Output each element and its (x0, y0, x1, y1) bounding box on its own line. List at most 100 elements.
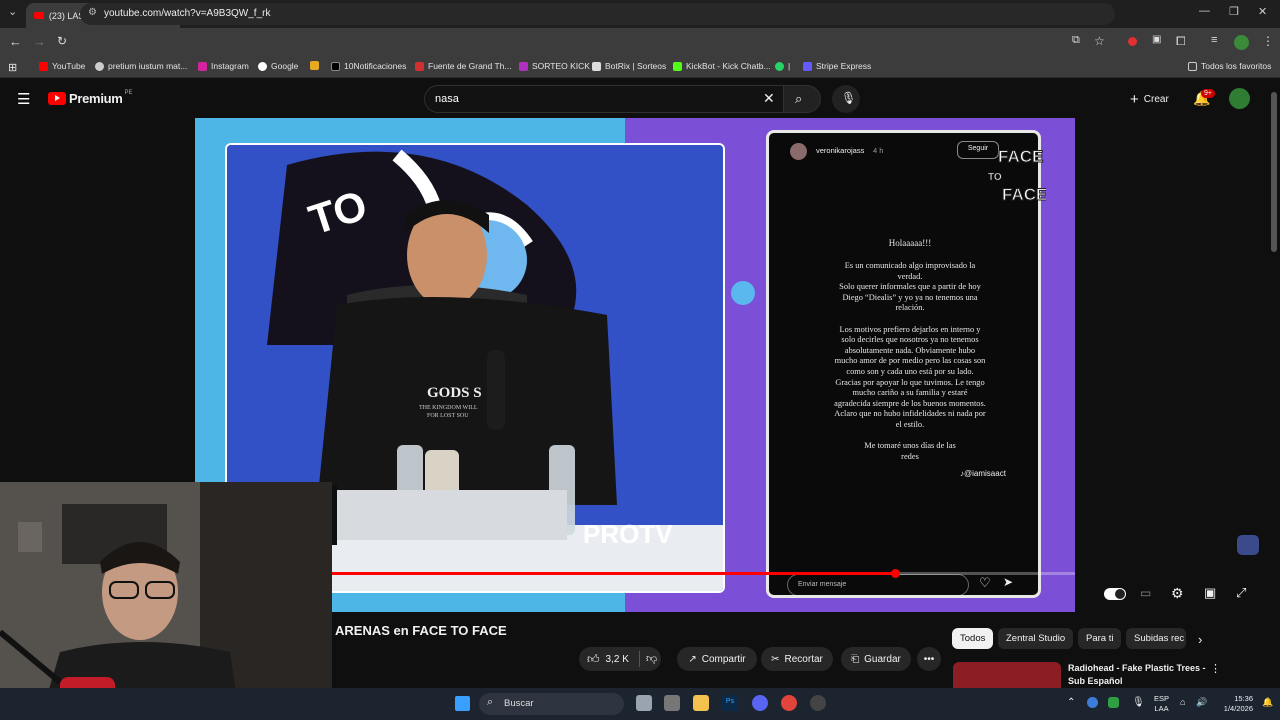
volume-icon[interactable]: 🔊 (1196, 697, 1207, 708)
search-input[interactable]: nasa (424, 85, 788, 113)
profile-avatar[interactable] (1234, 35, 1249, 50)
like-button[interactable]: 👍︎ 3,2 K 👎︎ (579, 647, 661, 671)
bookmark-icon: ⎗ (851, 653, 860, 665)
chips-next-icon[interactable]: › (1198, 632, 1202, 647)
voice-search-button[interactable]: 🎙 (832, 85, 860, 113)
theater-mode-icon[interactable]: ▣ (1204, 585, 1216, 601)
webcam-overlay (0, 482, 332, 720)
reading-list-icon[interactable]: ≡ (1211, 34, 1217, 46)
chrome-menu-icon[interactable]: ⋮ (1262, 34, 1274, 48)
recommended-menu-icon[interactable]: ⋮ (1210, 662, 1221, 675)
fullscreen-icon[interactable]: ⤢ (1236, 585, 1246, 601)
youtube-play-icon (48, 92, 66, 105)
face-to-face-logo: FACE TO FACE (988, 142, 1048, 206)
story-message: Es un comunicado algo improvisado la ver… (834, 261, 986, 461)
extension-icon[interactable]: ▣ (1152, 34, 1161, 45)
progress-scrubber[interactable] (890, 569, 900, 578)
taskbar-app2-icon[interactable] (810, 695, 826, 711)
bookmark-x-notifications[interactable]: 10Notificaciones (331, 61, 406, 71)
tray-app-icon[interactable] (1087, 697, 1098, 708)
taskbar-app-icon[interactable] (664, 695, 680, 711)
recommended-thumbnail[interactable] (953, 662, 1061, 688)
photoshop-icon[interactable]: Ps (722, 695, 738, 711)
bookmark-fuente[interactable]: Fuente de Grand Th... (415, 61, 511, 71)
bookmark-stripe[interactable]: Stripe Express (803, 61, 871, 71)
windows-start-icon[interactable] (455, 696, 470, 711)
save-button[interactable]: ⎗ Guardar (841, 647, 911, 671)
file-explorer-icon[interactable] (693, 695, 709, 711)
tab-list-icon[interactable]: ⌄ (8, 5, 17, 18)
story-time: 4 h (873, 146, 884, 155)
chrome-icon[interactable] (781, 695, 797, 711)
bookmark-star-icon[interactable]: ☆ (1094, 34, 1105, 48)
chip-all[interactable]: Todos (952, 628, 994, 649)
bookmark-google[interactable]: Google (258, 61, 298, 71)
close-window-button[interactable]: ✕ (1258, 5, 1267, 18)
svg-text:TO: TO (988, 172, 1002, 183)
tray-app2-icon[interactable] (1108, 697, 1119, 708)
tray-expand-icon[interactable]: ⌃ (1067, 697, 1075, 708)
account-avatar[interactable] (1229, 88, 1250, 109)
language-indicator[interactable]: ESP LAA (1154, 694, 1169, 714)
search-button[interactable]: ⌕ (783, 85, 821, 113)
scissors-icon: ✂ (771, 653, 780, 665)
youtube-favicon-icon (34, 12, 44, 19)
chip-zentral-studio[interactable]: Zentral Studio (998, 628, 1074, 649)
address-bar[interactable]: ⚙ youtube.com/watch?v=A9B3QW_f_rk (80, 3, 1115, 25)
network-icon[interactable]: ⌂ (1180, 697, 1185, 707)
bookmark-kickbot[interactable]: KickBot - Kick Chatb... (673, 61, 771, 71)
create-button[interactable]: + Crear (1130, 91, 1169, 108)
share-icon: ↗ (688, 653, 697, 665)
more-icon: ••• (923, 653, 935, 665)
bookmark-sorteo-kick[interactable]: SORTEO KICK (519, 61, 590, 71)
bookmark-instagram[interactable]: Instagram (198, 61, 249, 71)
task-view-icon[interactable] (636, 695, 652, 711)
reload-icon[interactable]: ↻ (57, 34, 67, 48)
bookmark-pretium[interactable]: pretium iustum mat... (95, 61, 187, 71)
bookmark-botrix[interactable]: BotRix | Sorteos (592, 61, 666, 71)
notification-center-icon[interactable]: 🔔 (1262, 697, 1273, 708)
discord-icon[interactable] (752, 695, 768, 711)
cast-icon[interactable]: ⧉ (1072, 34, 1080, 47)
more-actions-button[interactable]: ••• (917, 647, 941, 671)
subtitles-icon[interactable]: ▭ (1140, 586, 1151, 600)
share-button[interactable]: ↗ Compartir (677, 647, 757, 671)
forward-icon[interactable]: → (33, 34, 46, 49)
bookmark-colorful[interactable] (310, 61, 323, 70)
url-text: youtube.com/watch?v=A9B3QW_f_rk (104, 8, 271, 19)
apps-grid-icon[interactable]: ⊞ (8, 61, 17, 74)
clip-button[interactable]: ✂ Recortar (761, 647, 833, 671)
settings-gear-icon[interactable]: ⚙ (1171, 585, 1184, 602)
tray-mic-icon[interactable]: 🎙 (1132, 697, 1145, 708)
mic-icon: 🎙 (841, 91, 857, 105)
back-icon[interactable]: ← (9, 34, 22, 49)
chip-recent-uploads[interactable]: Subidas rec (1126, 628, 1186, 649)
svg-text:FACE: FACE (1002, 185, 1046, 204)
menu-icon[interactable]: ☰ (17, 90, 30, 108)
taskbar-search[interactable]: ⌕ Buscar (479, 693, 624, 715)
clear-search-icon[interactable]: ✕ (763, 90, 775, 107)
restore-button[interactable]: ❐ (1229, 5, 1239, 18)
extension-red-icon[interactable] (1128, 37, 1137, 46)
chip-for-you[interactable]: Para ti (1078, 628, 1122, 649)
youtube-logo[interactable]: Premium PE (48, 90, 133, 106)
minimize-button[interactable]: — (1199, 5, 1210, 17)
svg-text:THE KINGDOM WILL: THE KINGDOM WILL (419, 405, 478, 411)
extensions-puzzle-icon[interactable]: ⧠ (1176, 34, 1186, 49)
system-clock[interactable]: 15:36 1/4/2026 (1213, 694, 1253, 714)
bookmark-whatsapp[interactable]: | (775, 61, 790, 71)
extension-overlay-icon[interactable] (1237, 535, 1259, 555)
browser-toolbar (0, 28, 1280, 56)
svg-text:FACE: FACE (998, 147, 1043, 166)
site-info-icon[interactable]: ⚙ (88, 7, 97, 18)
notification-badge: 9+ (1201, 89, 1215, 98)
page-scrollbar[interactable] (1271, 92, 1277, 252)
thumbs-down-icon[interactable]: 👎︎ (646, 652, 657, 665)
recommended-title[interactable]: Radiohead - Fake Plastic Trees - Sub Espa… (1068, 663, 1206, 686)
all-bookmarks[interactable]: Todos los favoritos (1188, 61, 1271, 71)
bookmark-youtube[interactable]: YouTube (39, 61, 85, 71)
story-avatar (790, 143, 807, 160)
svg-text:FOR LOST SOU: FOR LOST SOU (427, 413, 469, 419)
story-heart-icon: ♡ (979, 575, 991, 590)
autoplay-toggle[interactable] (1104, 588, 1126, 600)
